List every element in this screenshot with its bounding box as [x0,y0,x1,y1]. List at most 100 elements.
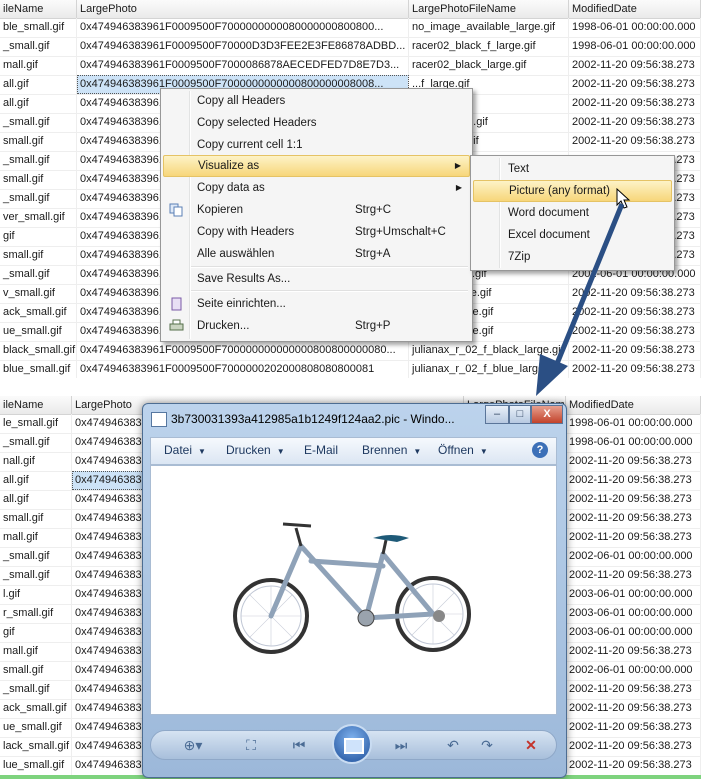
table-cell[interactable]: 2002-06-01 00:00:00.000 [566,547,701,566]
table-cell[interactable]: small.gif [0,661,72,680]
table-cell[interactable]: 2003-06-01 00:00:00.000 [566,623,701,642]
table-cell[interactable]: 2002-11-20 09:56:38.273 [569,94,701,113]
table-cell[interactable]: 2002-11-20 09:56:38.273 [569,132,701,151]
menu-item-select-all[interactable]: Alle auswählen Strg+A [163,244,470,264]
table-cell[interactable]: nall.gif [0,452,72,471]
table-cell[interactable]: 1998-06-01 00:00:00.000 [566,433,701,452]
table-cell[interactable]: _small.gif [0,265,77,284]
table-cell[interactable]: ue_small.gif [0,718,72,737]
table-cell[interactable]: small.gif [0,170,77,189]
table-cell[interactable]: blue_small.gif [0,360,77,378]
table-cell[interactable]: 0x47494638396​1F0009500F70000D3D3FEE2E3F… [77,37,409,56]
table-cell[interactable]: gif [0,623,72,642]
menu-item-copy-selected-headers[interactable]: Copy selected Headers [163,113,470,133]
table-cell[interactable]: ack_small.gif [0,699,72,718]
table-cell[interactable]: 2002-11-20 09:56:38.273 [566,452,701,471]
table-cell[interactable]: gif [0,227,77,246]
column-header-filename[interactable]: ileName [0,0,77,18]
table-cell[interactable]: mall.gif [0,56,77,75]
slideshow-icon[interactable] [332,724,372,764]
table-cell[interactable]: 2002-11-20 09:56:38.273 [566,528,701,547]
table-cell[interactable]: no_image_available_large.gif [409,18,569,37]
table-cell[interactable]: _small.gif [0,37,77,56]
table-cell[interactable]: _small.gif [0,566,72,585]
column-header-largephotofilename[interactable]: LargePhotoFileName [409,0,569,18]
rotate-right-icon[interactable]: ↷ [476,735,498,755]
table-cell[interactable]: 2002-06-01 00:00:00.000 [566,661,701,680]
table-cell[interactable]: small.gif [0,246,77,265]
menu-oeffnen[interactable]: Öffnen ▼ [438,443,488,457]
table-cell[interactable]: 2002-11-20 09:56:38.273 [566,566,701,585]
table-cell[interactable]: 0x47494638396​1F0009500F7000000000080000… [77,18,409,37]
table-cell[interactable]: ver_small.gif [0,208,77,227]
table-cell[interactable]: all.gif [0,75,77,94]
actual-size-icon[interactable]: ⛶ [240,735,262,755]
table-cell[interactable]: 0x47494638396​1F0009500F7000000000000008… [77,341,409,360]
table-cell[interactable]: 0x47494638396​1F0009500F7000000202000808… [77,360,409,378]
table-cell[interactable]: mall.gif [0,528,72,547]
menu-item-copy-all-headers[interactable]: Copy all Headers [163,91,470,111]
table-row[interactable]: _small.gif 0x47494638396​1F0009500F70000D… [0,37,701,57]
column-header-largephoto[interactable]: LargePhoto [77,0,409,18]
table-cell[interactable]: 0x47494638396​1F0009500F7000086878AECEDF… [77,56,409,75]
menu-item-copy-data-as[interactable]: Copy data as ▶ [163,178,470,198]
table-cell[interactable]: 2002-11-20 09:56:38.273 [566,490,701,509]
table-cell[interactable]: ack_small.gif [0,303,77,322]
table-cell[interactable]: le_small.gif [0,414,72,433]
table-cell[interactable]: all.gif [0,94,77,113]
help-icon[interactable]: ? [532,442,548,458]
table-cell[interactable]: 2002-11-20 09:56:38.273 [566,680,701,699]
maximize-button[interactable]: □ [509,405,531,424]
column-header-modifieddate[interactable]: ModifiedDate [569,0,701,18]
menu-item-print[interactable]: Drucken... Strg+P [163,316,470,336]
menu-item-page-setup[interactable]: Seite einrichten... [163,294,470,314]
menu-item-kopieren[interactable]: Kopieren Strg+C [163,200,470,220]
table-cell[interactable]: r_small.gif [0,604,72,623]
photo-viewer-window[interactable]: 3b730031393a412985a1b1249f124aa2.pic - W… [142,403,567,778]
table-cell[interactable]: lue_small.gif [0,756,72,775]
table-cell[interactable]: small.gif [0,132,77,151]
zoom-icon[interactable]: ⊕▾ [182,735,204,755]
table-cell[interactable]: l.gif [0,585,72,604]
table-cell[interactable]: 2002-11-20 09:56:38.273 [566,509,701,528]
close-button[interactable]: X [531,405,563,424]
table-cell[interactable]: racer02_black_f_large.gif [409,37,569,56]
menu-item-visualize-as[interactable]: Visualize as ▶ [163,155,470,177]
table-cell[interactable]: ue_small.gif [0,322,77,341]
next-icon[interactable]: ⏭ [390,735,412,755]
table-cell[interactable]: mall.gif [0,642,72,661]
table-cell[interactable]: _small.gif [0,189,77,208]
table-cell[interactable]: small.gif [0,509,72,528]
table-cell[interactable]: v_small.gif [0,284,77,303]
table-cell[interactable]: all.gif [0,471,72,490]
rotate-left-icon[interactable]: ↶ [442,735,464,755]
table-cell[interactable]: racer02_black_large.gif [409,56,569,75]
table-cell[interactable]: _small.gif [0,151,77,170]
table-cell[interactable]: all.gif [0,490,72,509]
table-cell[interactable]: 2003-06-01 00:00:00.000 [566,604,701,623]
table-row[interactable]: ble_small.gif 0x47494638396​1F0009500F700… [0,18,701,38]
table-cell[interactable]: 2002-11-20 09:56:38.273 [569,113,701,132]
table-cell[interactable]: 2002-11-20 09:56:38.273 [566,471,701,490]
table-cell[interactable]: ble_small.gif [0,18,77,37]
table-cell[interactable]: _small.gif [0,680,72,699]
submenu-item-text[interactable]: Text [473,159,672,179]
table-cell[interactable]: lack_small.gif [0,737,72,756]
table-cell[interactable]: black_small.gif [0,341,77,360]
table-cell[interactable]: 1998-06-01 00:00:00.000 [566,414,701,433]
delete-icon[interactable]: ✕ [520,735,542,755]
table-cell[interactable]: 2002-11-20 09:56:38.273 [566,699,701,718]
menu-item-copy-with-headers[interactable]: Copy with Headers Strg+Umschalt+C [163,222,470,242]
previous-icon[interactable]: ⏮ [288,735,310,755]
table-cell[interactable]: _small.gif [0,113,77,132]
table-cell[interactable]: 2002-11-20 09:56:38.273 [566,737,701,756]
menu-item-copy-current-cell[interactable]: Copy current cell 1:1 [163,135,470,155]
table-row[interactable]: mall.gif 0x47494638396​1F0009500F70000868… [0,56,701,76]
table-cell[interactable]: 2003-06-01 00:00:00.000 [566,585,701,604]
table-cell[interactable]: 2002-11-20 09:56:38.273 [566,718,701,737]
table-cell[interactable]: 2002-11-20 09:56:38.273 [569,56,701,75]
table-cell[interactable]: _small.gif [0,547,72,566]
table-cell[interactable]: 2002-11-20 09:56:38.273 [566,642,701,661]
menu-brennen[interactable]: Brennen ▼ [362,443,421,457]
menu-item-save-results-as[interactable]: Save Results As... [163,269,470,289]
